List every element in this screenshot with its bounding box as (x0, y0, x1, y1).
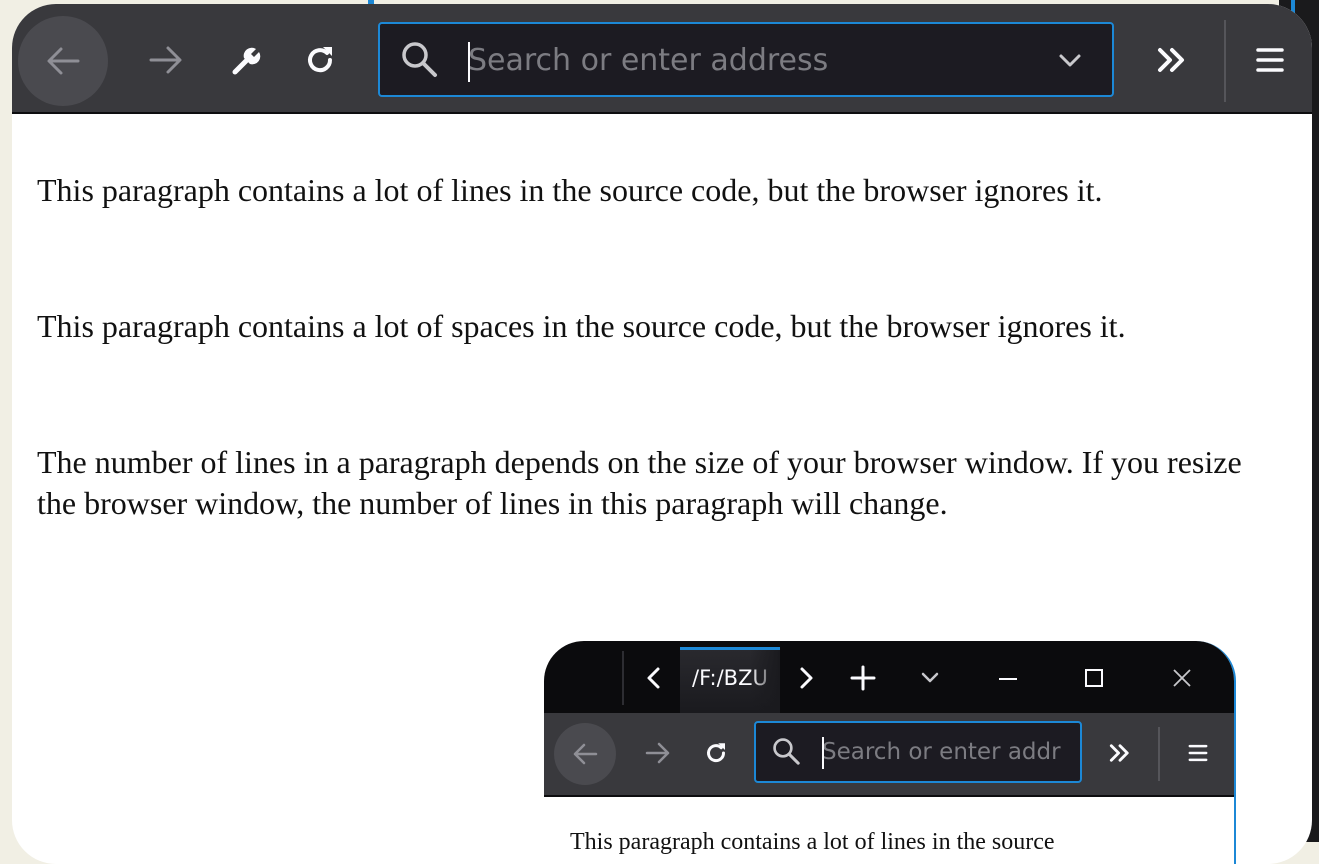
reload-icon (707, 743, 726, 763)
chevron-down-icon[interactable] (1056, 48, 1084, 72)
nav-toolbar (544, 713, 1234, 797)
search-icon (773, 738, 800, 765)
reload-button[interactable] (696, 733, 736, 773)
back-button[interactable] (18, 16, 108, 106)
paragraph: This paragraph contains a lot of lines i… (37, 172, 1103, 208)
text-cursor (468, 42, 470, 82)
forward-button[interactable] (138, 32, 194, 88)
list-tabs-button[interactable] (910, 655, 950, 701)
overflow-button[interactable] (1144, 32, 1200, 88)
wrench-icon (232, 47, 261, 75)
resized-browser-window: /F:/BZU Search or enter addr This paragr… (544, 641, 1236, 864)
maximize-icon (1085, 669, 1103, 687)
nav-toolbar (12, 4, 1312, 114)
new-tab-button[interactable] (840, 655, 886, 701)
tab-bar: /F:/BZU (544, 641, 1234, 713)
address-input[interactable] (822, 733, 1072, 771)
arrow-right-icon (645, 742, 670, 764)
paragraph: This paragraph contains a lot of spaces … (37, 308, 1126, 344)
back-button[interactable] (554, 723, 616, 785)
search-icon (402, 42, 437, 77)
menu-button[interactable] (1178, 733, 1218, 773)
overflow-button[interactable] (1100, 733, 1140, 773)
page-content: This paragraph contains a lot of lines i… (570, 829, 1055, 855)
minimize-button[interactable] (976, 655, 1040, 701)
arrow-left-icon (573, 743, 598, 765)
close-button[interactable] (1150, 655, 1214, 701)
url-bar[interactable] (378, 22, 1114, 97)
scroll-tabs-left-button[interactable] (634, 655, 674, 701)
reload-icon (308, 47, 333, 73)
url-bar[interactable] (754, 721, 1082, 783)
arrow-left-icon (47, 47, 80, 75)
chevron-left-icon (647, 667, 660, 689)
minimize-icon (999, 678, 1017, 680)
plus-icon (850, 665, 876, 691)
tab-separator (622, 651, 624, 705)
double-chevron-right-icon (1158, 48, 1184, 72)
customize-button[interactable] (218, 32, 274, 88)
text-cursor (822, 737, 824, 769)
chevron-down-icon (921, 672, 939, 683)
maximize-button[interactable] (1062, 655, 1126, 701)
forward-button[interactable] (638, 733, 678, 773)
toolbar-divider (1224, 20, 1226, 102)
address-input[interactable] (468, 36, 1028, 84)
hamburger-menu-icon (1256, 48, 1284, 72)
scroll-tabs-right-button[interactable] (788, 655, 824, 701)
tab-title-fade (750, 650, 780, 713)
hamburger-menu-icon (1188, 744, 1208, 762)
paragraph: The number of lines in a paragraph depen… (37, 444, 1242, 521)
tab[interactable]: /F:/BZU (680, 647, 780, 713)
toolbar-divider (1158, 727, 1160, 781)
browser-window: This paragraph contains a lot of lines i… (12, 4, 1312, 864)
arrow-right-icon (149, 46, 182, 74)
double-chevron-right-icon (1109, 744, 1129, 762)
close-icon (1173, 669, 1191, 687)
menu-button[interactable] (1242, 32, 1298, 88)
chevron-right-icon (800, 667, 813, 689)
reload-button[interactable] (292, 32, 348, 88)
